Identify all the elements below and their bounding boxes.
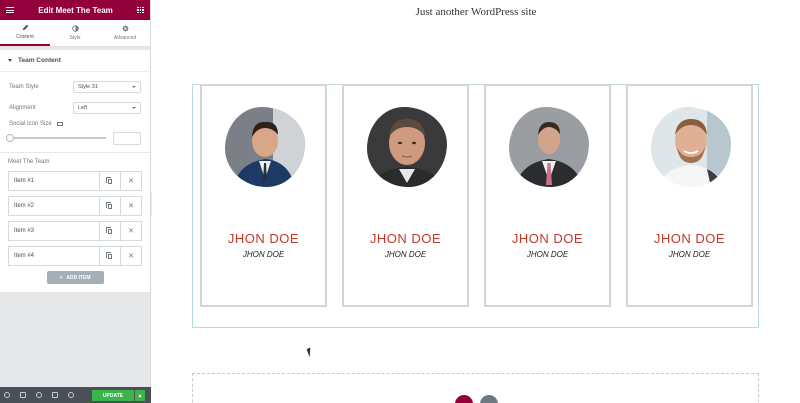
navigator-icon[interactable] — [20, 392, 26, 398]
panel-title: Edit Meet The Team — [38, 5, 113, 15]
add-section-dropzone[interactable] — [192, 373, 759, 403]
alignment-select[interactable]: Left — [73, 101, 141, 114]
tab-content-label: Content — [16, 34, 34, 40]
update-button[interactable]: UPDATE — [92, 390, 134, 401]
duplicate-button[interactable] — [99, 222, 120, 240]
team-style-select[interactable]: Style 31 — [73, 80, 141, 93]
panel-footer: UPDATE ▴ — [0, 387, 151, 403]
social-icon-size-input[interactable] — [113, 131, 141, 145]
member-photo — [367, 107, 447, 187]
team-member-card[interactable]: JHON DOE JHON DOE — [200, 84, 327, 307]
settings-icon[interactable] — [4, 392, 10, 398]
team-style-value: Style 31 — [78, 83, 98, 90]
repeater-item-title: Item #2 — [14, 203, 35, 209]
close-icon: ✕ — [128, 178, 134, 185]
member-name: JHON DOE — [227, 231, 300, 246]
repeater-item-title: Item #1 — [14, 178, 35, 184]
tab-style[interactable]: Style — [50, 20, 100, 46]
alignment-value: Left — [78, 104, 88, 111]
copy-icon — [106, 201, 112, 209]
repeater-item[interactable]: Item #3 ✕ — [8, 221, 142, 241]
copy-icon — [106, 226, 112, 234]
duplicate-button[interactable] — [99, 197, 120, 215]
team-member-card[interactable]: JHON DOE JHON DOE — [484, 84, 611, 307]
gear-icon — [121, 25, 129, 32]
alignment-control: Alignment Left — [9, 97, 141, 118]
remove-button[interactable]: ✕ — [120, 197, 141, 215]
site-tagline: Just another WordPress site — [415, 6, 537, 18]
responsive-mode-icon[interactable] — [52, 392, 58, 398]
team-style-label: Team Style — [9, 83, 39, 90]
plus-icon: + — [59, 274, 63, 281]
update-options-button[interactable]: ▴ — [135, 390, 145, 401]
member-photo — [225, 107, 305, 187]
chevron-down-icon — [132, 85, 136, 88]
desktop-icon[interactable] — [56, 122, 63, 126]
repeater-item[interactable]: Item #1 ✕ — [8, 171, 142, 191]
member-designation: JHON DOE — [668, 250, 711, 259]
social-icon-size-slider[interactable] — [6, 134, 106, 142]
member-name: JHON DOE — [511, 231, 584, 246]
repeater-item[interactable]: Item #4 ✕ — [8, 246, 142, 266]
repeater-item[interactable]: Item #2 ✕ — [8, 196, 142, 216]
editor-panel: Edit Meet The Team Content Style Advance… — [0, 0, 151, 403]
contrast-icon — [71, 25, 79, 32]
copy-icon — [106, 251, 112, 259]
social-icon-size-slider-row — [6, 130, 141, 146]
member-designation: JHON DOE — [242, 250, 285, 259]
team-content-controls: Team Style Style 31 Alignment Left Socia… — [0, 72, 150, 152]
remove-button[interactable]: ✕ — [120, 247, 141, 265]
slider-handle[interactable] — [6, 134, 14, 142]
preview-eye-icon[interactable] — [68, 392, 74, 398]
repeater-item-title: Item #3 — [14, 228, 35, 234]
panel-header: Edit Meet The Team — [0, 0, 150, 20]
pencil-icon — [22, 24, 28, 31]
close-icon: ✕ — [128, 253, 134, 260]
meet-the-team-repeater: Meet The Team Item #1 ✕ Item #2 ✕ Item #… — [0, 152, 150, 292]
member-designation: JHON DOE — [384, 250, 427, 259]
caret-up-icon: ▴ — [138, 393, 142, 399]
section-toggle-team-content[interactable]: Team Content — [0, 50, 150, 72]
elementor-editor: Edit Meet The Team Content Style Advance… — [0, 0, 800, 403]
repeater-item-title: Item #4 — [14, 253, 35, 259]
team-style-control: Team Style Style 31 — [9, 76, 141, 97]
member-photo — [509, 107, 589, 187]
alignment-label: Alignment — [9, 104, 36, 111]
tab-advanced-label: Advanced — [113, 35, 137, 41]
widgets-grid-icon[interactable] — [137, 6, 144, 14]
team-member-card[interactable]: JHON DOE JHON DOE — [626, 84, 753, 307]
add-item-button[interactable]: + ADD ITEM — [46, 271, 104, 284]
remove-button[interactable]: ✕ — [120, 172, 141, 190]
repeater-label: Meet The Team — [8, 159, 50, 165]
menu-icon[interactable] — [6, 7, 14, 13]
close-icon: ✕ — [128, 203, 134, 210]
close-icon: ✕ — [128, 228, 134, 235]
section-title: Team Content — [18, 57, 61, 64]
add-item-label: ADD ITEM — [66, 274, 91, 281]
social-icon-size-label: Social Icon Size — [9, 121, 52, 127]
mouse-pointer — [306, 347, 314, 358]
tab-advanced[interactable]: Advanced — [100, 20, 150, 46]
duplicate-button[interactable] — [99, 172, 120, 190]
social-icon-size-control: Social Icon Size — [9, 118, 141, 130]
tab-content[interactable]: Content — [0, 20, 50, 46]
team-member-card[interactable]: JHON DOE JHON DOE — [342, 84, 469, 307]
panel-tabs: Content Style Advanced — [0, 20, 150, 47]
page-preview: Just another WordPress site JHON DOE JHO… — [152, 0, 800, 403]
caret-down-icon — [8, 59, 12, 62]
chevron-down-icon — [132, 106, 136, 109]
copy-icon — [106, 176, 112, 184]
tab-style-label: Style — [69, 35, 81, 41]
duplicate-button[interactable] — [99, 247, 120, 265]
member-photo — [651, 107, 731, 187]
remove-button[interactable]: ✕ — [120, 222, 141, 240]
member-name: JHON DOE — [369, 231, 442, 246]
history-icon[interactable] — [36, 392, 42, 398]
member-name: JHON DOE — [653, 231, 726, 246]
member-designation: JHON DOE — [526, 250, 569, 259]
